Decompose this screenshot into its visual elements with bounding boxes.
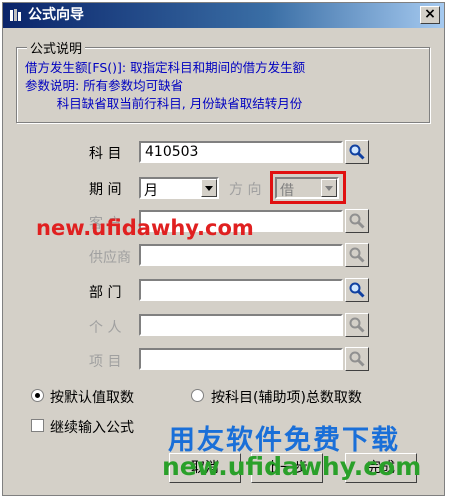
subject-label: 科 目: [89, 146, 122, 162]
magnifier-icon: [349, 351, 365, 367]
department-label: 部 门: [89, 285, 122, 301]
project-input[interactable]: [139, 348, 343, 370]
supplier-input[interactable]: [139, 244, 343, 266]
continue-input-label[interactable]: 继续输入公式: [50, 417, 134, 437]
department-lookup-button[interactable]: [345, 278, 369, 302]
project-lookup-button[interactable]: [345, 347, 369, 371]
description-line-1: 借方发生额[FS()]: 取指定科目和期间的借方发生额: [25, 60, 306, 75]
watermark-top-url: new.ufidawhy.com: [36, 216, 254, 240]
supplier-lookup-button[interactable]: [345, 243, 369, 267]
continue-input-checkbox[interactable]: [31, 419, 44, 432]
magnifier-icon: [349, 317, 365, 333]
close-button[interactable]: ×: [420, 6, 440, 24]
period-value: 月: [144, 183, 158, 199]
default-value-radio[interactable]: [31, 389, 44, 402]
direction-label: 方 向: [229, 182, 262, 198]
magnifier-icon: [349, 247, 365, 263]
subject-total-radio[interactable]: [191, 389, 204, 402]
magnifier-icon: [349, 144, 365, 160]
chevron-down-icon[interactable]: [201, 179, 217, 197]
direction-highlight-box: [270, 171, 346, 204]
app-icon: [10, 9, 21, 21]
subject-input[interactable]: 410503: [139, 141, 343, 163]
window-title: 公式向导: [28, 7, 84, 23]
subject-value: 410503: [145, 144, 199, 160]
supplier-label: 供应商: [89, 250, 131, 266]
person-lookup-button[interactable]: [345, 313, 369, 337]
description-line-3: 科目缺省取当前行科目, 月份缺省取结转月份: [25, 96, 303, 111]
magnifier-icon: [349, 213, 365, 229]
default-value-option-label[interactable]: 按默认值取数: [50, 387, 134, 407]
subject-lookup-button[interactable]: [345, 140, 369, 164]
period-label: 期 间: [89, 182, 122, 198]
person-label: 个 人: [89, 320, 122, 336]
watermark-bottom-url: new.ufidawhy.com: [162, 452, 422, 481]
customer-lookup-button[interactable]: [345, 209, 369, 233]
subject-total-option-label[interactable]: 按科目(辅助项)总数取数: [211, 387, 362, 407]
period-select[interactable]: 月: [139, 177, 219, 199]
formula-description-legend: 公式说明: [27, 38, 86, 57]
person-input[interactable]: [139, 314, 343, 336]
department-input[interactable]: [139, 279, 343, 301]
description-line-2: 参数说明: 所有参数均可缺省: [25, 78, 184, 93]
title-bar[interactable]: 公式向导 ×: [3, 3, 444, 28]
project-label: 项 目: [89, 354, 122, 370]
magnifier-icon: [349, 282, 365, 298]
